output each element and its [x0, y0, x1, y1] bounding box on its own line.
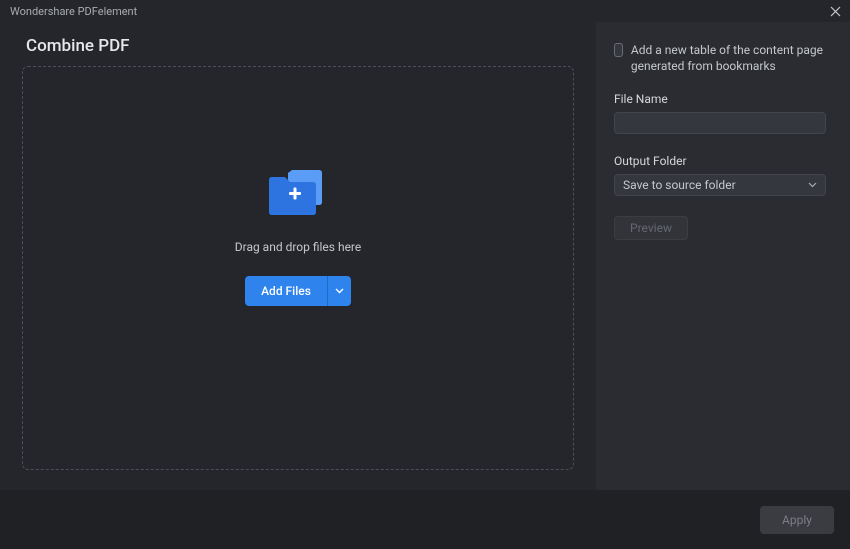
add-files-button[interactable]: Add Files: [245, 276, 327, 306]
output-folder-select[interactable]: Save to source folder: [614, 174, 826, 196]
add-files-group: Add Files: [245, 276, 351, 306]
chevron-down-icon: [335, 288, 344, 294]
file-name-input[interactable]: [614, 112, 826, 134]
add-files-dropdown-button[interactable]: [327, 276, 351, 306]
output-folder-value: Save to source folder: [623, 178, 736, 192]
close-icon: [830, 6, 841, 17]
toc-checkbox-row: Add a new table of the content page gene…: [614, 42, 826, 74]
titlebar: Wondershare PDFelement: [0, 0, 850, 22]
close-button[interactable]: [826, 2, 844, 20]
right-panel: Add a new table of the content page gene…: [596, 22, 850, 490]
chevron-down-icon: [808, 182, 817, 188]
dropzone[interactable]: Drag and drop files here Add Files: [22, 66, 574, 470]
output-folder-label: Output Folder: [614, 154, 826, 168]
content-area: Combine PDF Drag and drop files here Add…: [0, 22, 850, 490]
file-name-label: File Name: [614, 92, 826, 106]
page-title: Combine PDF: [26, 36, 596, 56]
preview-button[interactable]: Preview: [614, 216, 688, 240]
footer: Apply: [0, 490, 850, 549]
drop-instruction: Drag and drop files here: [235, 240, 362, 254]
app-title: Wondershare PDFelement: [10, 5, 137, 18]
apply-button[interactable]: Apply: [760, 506, 834, 534]
folder-plus-icon: [269, 170, 327, 218]
toc-checkbox[interactable]: [614, 43, 623, 57]
left-panel: Combine PDF Drag and drop files here Add…: [0, 22, 596, 490]
toc-checkbox-label: Add a new table of the content page gene…: [631, 42, 826, 74]
